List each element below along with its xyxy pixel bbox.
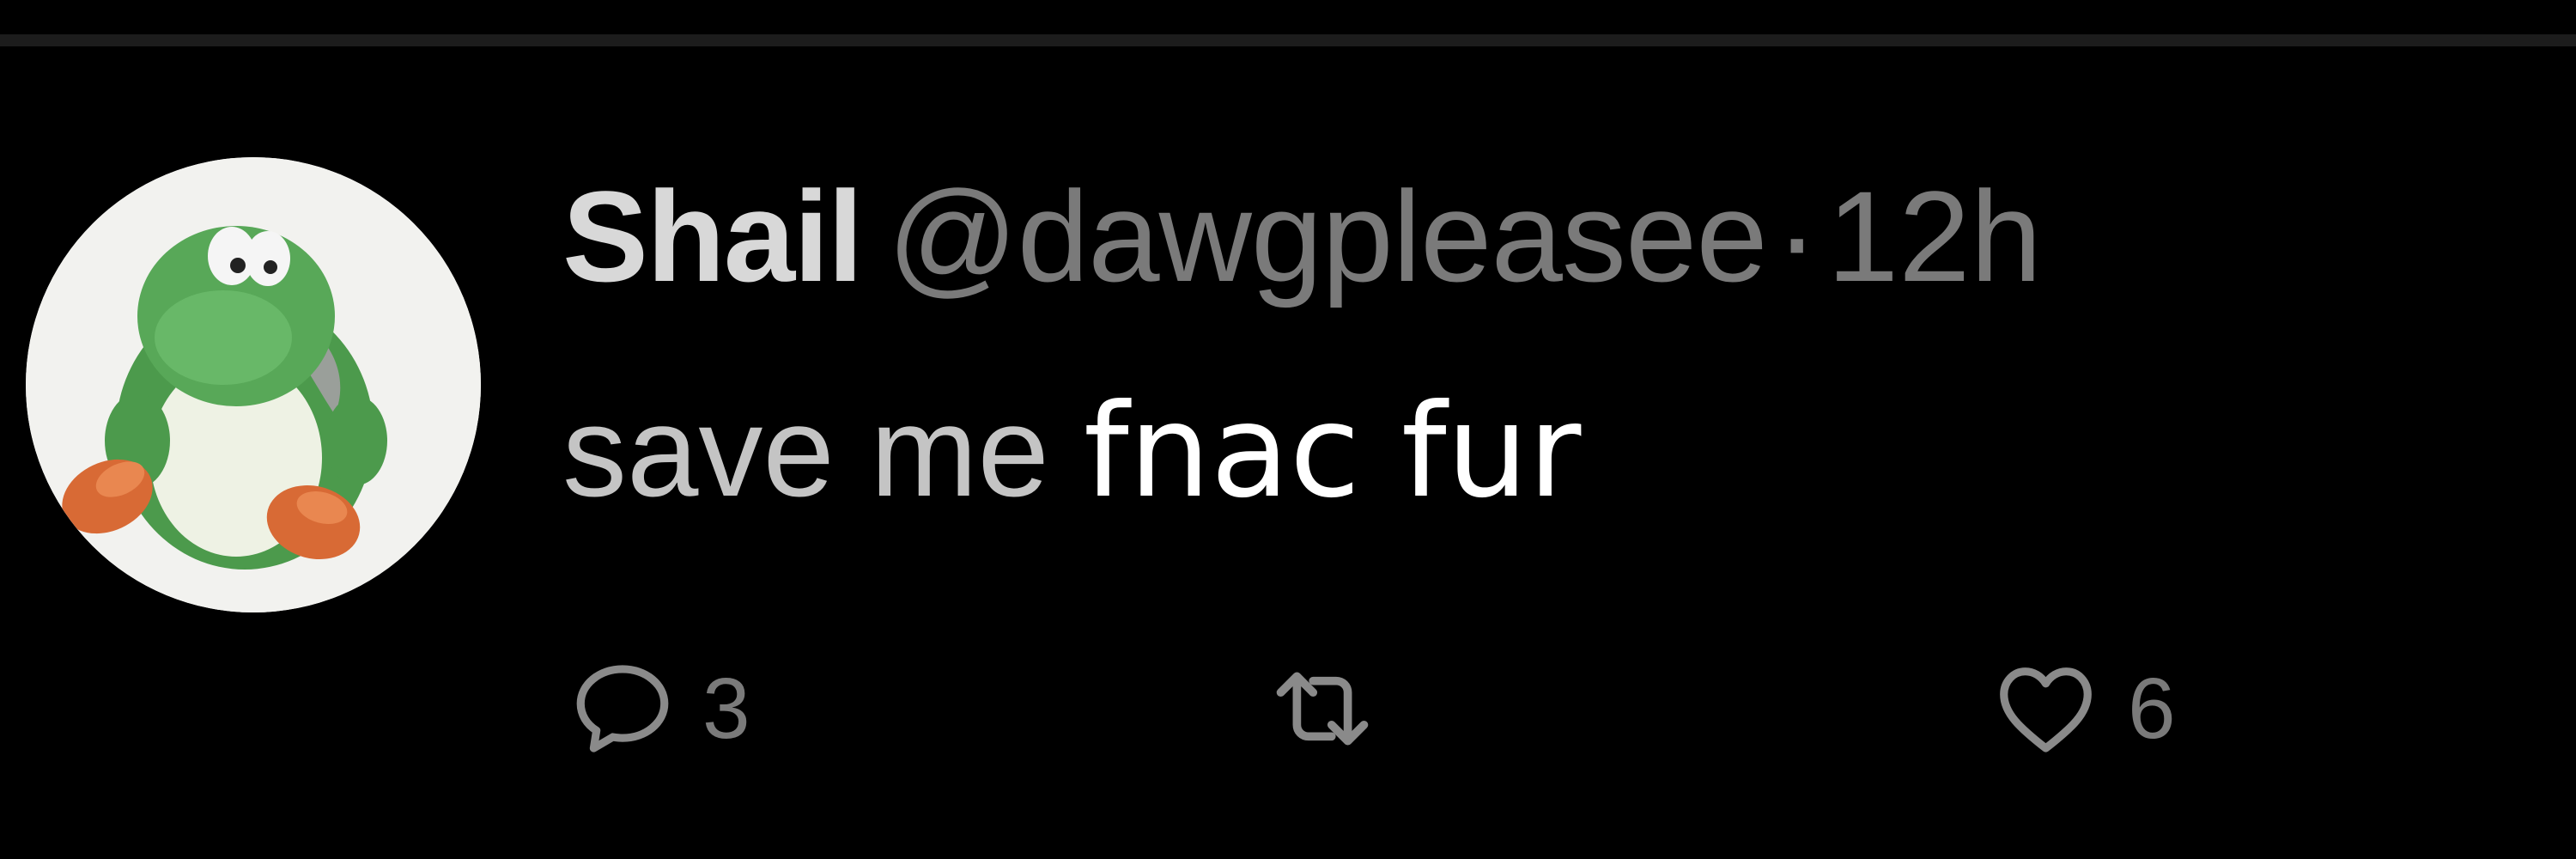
heart-icon <box>2000 667 2092 752</box>
separator-dot: · <box>1775 164 1819 308</box>
avatar[interactable] <box>26 157 481 612</box>
retweet-button[interactable] <box>1262 636 1406 782</box>
top-divider <box>0 34 2576 46</box>
tweet-text: save me fnac fur <box>562 374 1581 529</box>
tweet-header: Shail @dawgpleasee·12h <box>562 159 2042 314</box>
tweet-text-part-2: fnac fur <box>1083 377 1582 527</box>
like-button[interactable]: 6 <box>1988 636 2176 782</box>
user-handle[interactable]: @dawgpleasee <box>887 164 1767 308</box>
like-count: 6 <box>2128 660 2176 757</box>
reply-count: 3 <box>702 660 750 757</box>
retweet-icon <box>1276 672 1369 746</box>
reply-icon <box>576 665 669 752</box>
green-dinosaur-avatar-image <box>26 157 481 612</box>
tweet-text-part-1: save me <box>562 379 1049 523</box>
display-name[interactable]: Shail <box>562 164 863 308</box>
reply-button[interactable]: 3 <box>567 636 750 782</box>
timestamp[interactable]: 12h <box>1827 164 2042 308</box>
tweet-actions: 3 6 <box>0 636 2576 782</box>
